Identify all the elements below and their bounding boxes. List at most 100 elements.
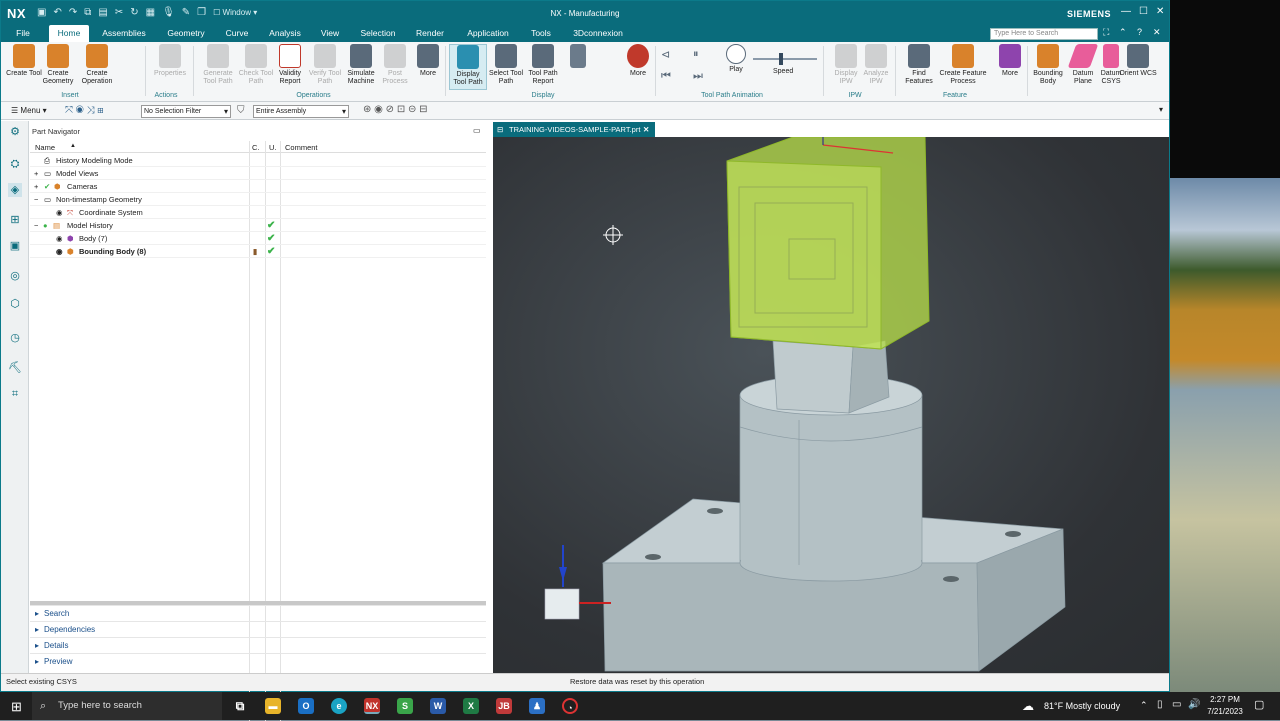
nx-taskbar-icon[interactable]: NX [364, 698, 380, 714]
history-icon[interactable]: ◷ [8, 331, 22, 345]
assembly-navigator-icon[interactable]: ⛭ [8, 157, 22, 171]
close-icon[interactable]: ✕ [1156, 6, 1164, 17]
tree-row[interactable]: ◉ ⬢ Bounding Body (8) ▮ ✔ [30, 245, 486, 258]
properties-button[interactable]: Properties [151, 44, 189, 78]
tab-3dconnexion[interactable]: 3Dconnexion [565, 25, 631, 42]
bounding-body-button[interactable]: Bounding Body [1029, 44, 1067, 86]
visibility-eye-icon[interactable]: ◉ [56, 232, 63, 245]
excel-icon[interactable]: X [463, 698, 479, 714]
windows-start-icon[interactable]: ⊞ [11, 699, 22, 715]
network-icon[interactable]: ▭ [1172, 699, 1181, 710]
tab-close-icon[interactable]: ✕ [643, 122, 649, 137]
preview-panel-toggle[interactable]: Preview [30, 653, 486, 669]
clock-date[interactable]: 7/21/2023 [1203, 707, 1247, 716]
user-app-icon[interactable]: ♟ [529, 698, 545, 714]
details-panel-toggle[interactable]: Details [30, 637, 486, 653]
generate-tool-path-button[interactable]: Generate Tool Path [199, 44, 237, 86]
file-explorer-icon[interactable]: ▬ [265, 698, 281, 714]
tab-render[interactable]: Render [411, 25, 449, 42]
machine-tool-navigator-icon[interactable]: ▣ [8, 239, 22, 253]
step-back-icon[interactable]: ⊲ [661, 48, 670, 61]
part-file-tab[interactable]: ⊟ TRAINING-VIDEOS-SAMPLE-PART.prt ✕ [493, 122, 655, 137]
tree-row[interactable]: ⎙ History Modeling Mode [30, 154, 486, 167]
collapse-icon[interactable]: − [34, 219, 38, 232]
tab-home[interactable]: Home [49, 25, 89, 42]
word-icon[interactable]: W [430, 698, 446, 714]
reuse-library-icon[interactable]: ⌗ [8, 387, 22, 401]
validity-report-button[interactable]: Validity Report [271, 44, 309, 86]
rewind-icon[interactable]: ⏮ [661, 70, 671, 83]
ribbon-close-icon[interactable]: ✕ [1153, 27, 1161, 38]
collapse-icon[interactable]: − [34, 193, 38, 206]
expand-icon[interactable]: + [34, 180, 38, 193]
clock-time[interactable]: 2:27 PM [1205, 695, 1245, 704]
checked-icon[interactable]: ✔ [44, 180, 50, 193]
feature-more-button[interactable]: More [991, 44, 1029, 78]
create-tool-button[interactable]: Create Tool [5, 44, 43, 78]
settings-icon[interactable]: ⚙ [8, 125, 22, 139]
tab-assemblies[interactable]: Assemblies [97, 25, 151, 42]
fullscreen-icon[interactable]: ⛶ [1103, 27, 1109, 38]
feature-navigator-icon[interactable]: ⬡ [8, 297, 22, 311]
tab-file[interactable]: File [7, 25, 39, 42]
volume-icon[interactable]: 🔊 [1188, 699, 1200, 710]
taskbar-search-input[interactable]: ⌕ Type here to search [32, 692, 222, 720]
play-button[interactable]: Play [717, 44, 755, 74]
expand-icon[interactable]: + [34, 167, 38, 180]
create-operation-button[interactable]: Create Operation [78, 44, 116, 86]
tab-geometry[interactable]: Geometry [161, 25, 211, 42]
operation-navigator-icon[interactable]: ⊞ [8, 213, 22, 227]
tree-row[interactable]: + ▭ Model Views [30, 167, 486, 180]
speed-slider[interactable] [753, 53, 817, 65]
pause-icon[interactable]: ⏸ [693, 48, 699, 61]
tray-usb-icon[interactable]: ▯ [1157, 699, 1163, 710]
panel-minimize-icon[interactable]: ▭ [473, 126, 481, 135]
recorder-icon[interactable]: ◔ [562, 698, 578, 714]
operations-more-button[interactable]: More [409, 44, 447, 78]
snap-icon[interactable]: ⤧ ◉ ⤨ ⊞ [65, 105, 104, 116]
display-more-button[interactable]: More [619, 44, 657, 78]
dependencies-panel-toggle[interactable]: Dependencies [30, 621, 486, 637]
column-name[interactable]: Name [35, 143, 55, 152]
weather-text[interactable]: 81°F Mostly cloudy [1044, 701, 1120, 711]
snagit-icon[interactable]: S [397, 698, 413, 714]
minimize-icon[interactable]: — [1121, 6, 1131, 17]
tree-row[interactable]: ◉ ⬢ Body (7) ✔ [30, 232, 486, 245]
menu-button[interactable]: ☰ Menu ▾ [11, 106, 47, 115]
display-tool-path-button[interactable]: Display Tool Path [449, 44, 487, 90]
analyze-ipw-button[interactable]: Analyze IPW [857, 44, 895, 86]
notifications-icon[interactable]: ▢ [1254, 698, 1264, 711]
select-tool-path-button[interactable]: Select Tool Path [487, 44, 525, 86]
create-geometry-button[interactable]: Create Geometry [39, 44, 77, 86]
tab-view[interactable]: View [315, 25, 345, 42]
toolbar-overflow-icon[interactable]: ▾ [1159, 105, 1163, 114]
tray-overflow-icon[interactable]: ⌃ [1140, 700, 1148, 711]
tool-library-icon[interactable]: ⛏ [8, 361, 22, 375]
help-icon[interactable]: ? [1137, 27, 1142, 37]
maximize-icon[interactable]: ☐ [1139, 6, 1148, 17]
fast-forward-icon[interactable]: ⏭ [693, 70, 703, 83]
search-icon[interactable]: ⌕ [1085, 27, 1090, 38]
tool-path-report-button[interactable]: Tool Path Report [524, 44, 562, 86]
create-feature-process-button[interactable]: Create Feature Process [937, 44, 989, 86]
part-navigator-icon[interactable]: ◈ [8, 183, 22, 197]
edge-icon[interactable]: e [331, 698, 347, 714]
roles-icon[interactable]: ◎ [8, 269, 22, 283]
orient-wcs-button[interactable]: Orient WCS [1119, 44, 1157, 78]
tree-row[interactable]: − ▭ Non-timestamp Geometry [30, 193, 486, 206]
column-uptodate[interactable]: U. [269, 143, 277, 152]
jb-app-icon[interactable]: JB [496, 698, 512, 714]
tab-analysis[interactable]: Analysis [263, 25, 307, 42]
find-features-button[interactable]: Find Features [900, 44, 938, 86]
outlook-icon[interactable]: O [298, 698, 314, 714]
column-comment[interactable]: Comment [285, 143, 318, 152]
command-search-input[interactable]: Type Here to Search [990, 28, 1098, 40]
speed-slider-handle[interactable] [779, 53, 783, 65]
verify-tool-path-button[interactable]: Verify Tool Path [306, 44, 344, 86]
search-panel-toggle[interactable]: Search [30, 605, 486, 621]
simulate-machine-button[interactable]: Simulate Machine [342, 44, 380, 86]
display-extra-icons[interactable] [559, 44, 597, 70]
graphics-viewport[interactable] [493, 137, 1169, 673]
collapse-ribbon-icon[interactable]: ⌃ [1119, 27, 1127, 38]
check-tool-path-button[interactable]: Check Tool Path [237, 44, 275, 86]
